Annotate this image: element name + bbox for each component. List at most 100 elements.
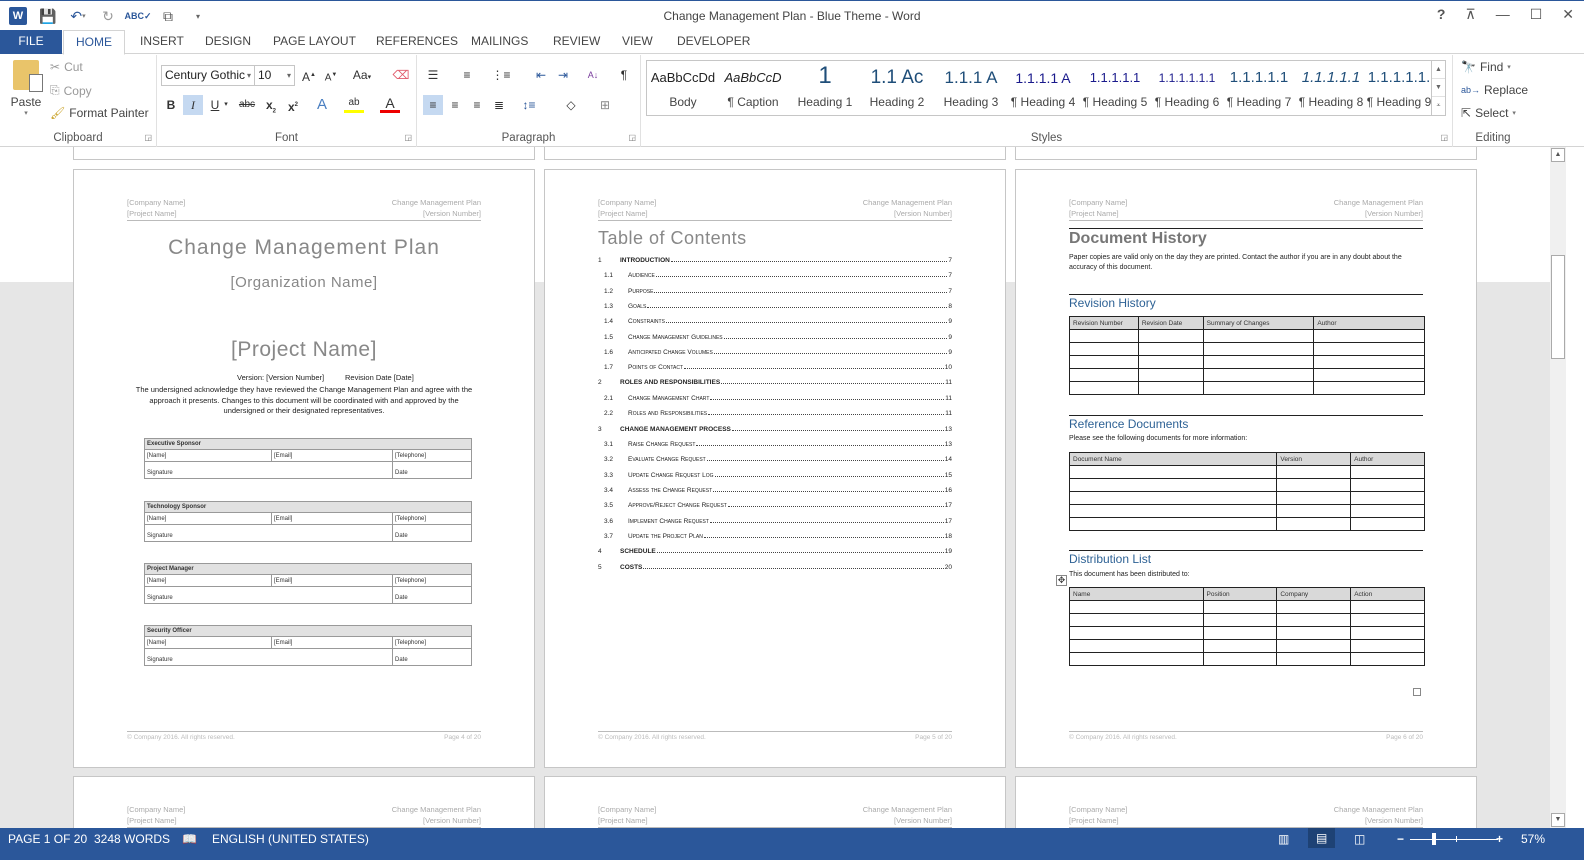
table-cell[interactable]: [1276, 491, 1352, 505]
scroll-up-icon[interactable]: ▲: [1551, 148, 1565, 162]
table-cell[interactable]: [1276, 613, 1352, 627]
table-cell[interactable]: [1069, 342, 1139, 356]
table-cell[interactable]: [1313, 368, 1425, 382]
toc-entry[interactable]: 1 INTRODUCTION 7: [598, 254, 952, 264]
toc-entry[interactable]: 2.2 Roles and Responsibilities 11: [598, 407, 952, 417]
table-cell[interactable]: [1350, 600, 1425, 614]
bold-button[interactable]: B: [161, 95, 181, 115]
table-cell[interactable]: [1068, 478, 1278, 492]
style-caption[interactable]: AaBbCcD ¶ Caption: [717, 61, 789, 115]
scroll-thumb[interactable]: [1551, 255, 1565, 359]
style-body[interactable]: AaBbCcDd Body: [647, 61, 719, 115]
increase-indent-icon[interactable]: ⇥: [553, 65, 573, 85]
table-cell[interactable]: [1202, 329, 1315, 343]
document-area[interactable]: [Company Name] [Project Name] Change Mana…: [0, 147, 1550, 828]
style-heading-6[interactable]: 1.1.1.1.1.1 ¶ Heading 6: [1151, 61, 1223, 115]
table-cell[interactable]: [1068, 465, 1278, 479]
table-cell[interactable]: [1069, 368, 1139, 382]
toc-entry[interactable]: 1.2 Purpose 7: [598, 285, 952, 295]
table-cell[interactable]: [1313, 381, 1425, 395]
maximize-icon[interactable]: ☐: [1530, 6, 1543, 23]
clear-formatting-icon[interactable]: ⌫: [391, 65, 411, 85]
cut-button[interactable]: ✂ Cut: [50, 60, 83, 74]
paste-button[interactable]: Paste ▾: [8, 60, 44, 117]
table-cell[interactable]: [1202, 652, 1278, 666]
dialog-launcher-icon[interactable]: ◲: [1440, 133, 1448, 142]
table-cell[interactable]: [1276, 478, 1352, 492]
language[interactable]: ENGLISH (UNITED STATES): [212, 832, 369, 846]
toc-entry[interactable]: 5 COSTS 20: [598, 561, 952, 571]
italic-button[interactable]: I: [183, 95, 203, 115]
decrease-indent-icon[interactable]: ⇤: [531, 65, 551, 85]
table-cell[interactable]: [1202, 626, 1278, 640]
ribbon-display-icon[interactable]: ⊼: [1465, 6, 1475, 23]
style-heading-8[interactable]: 1.1.1.1.1 ¶ Heading 8: [1295, 61, 1367, 115]
dialog-launcher-icon[interactable]: ◲: [144, 133, 152, 142]
table-cell[interactable]: [1202, 600, 1278, 614]
format-painter-button[interactable]: 🖌 Format Painter: [50, 106, 149, 120]
tab-mailings[interactable]: MAILINGS: [459, 30, 540, 54]
superscript-button[interactable]: x2: [283, 95, 303, 115]
table-cell[interactable]: [1313, 342, 1425, 356]
table-cell[interactable]: [1068, 491, 1278, 505]
tab-developer[interactable]: DEVELOPER: [665, 30, 762, 54]
toc-entry[interactable]: 3.4 Assess the Change Request 16: [598, 484, 952, 494]
toc-entry[interactable]: 3.3 Update Change Request Log 15: [598, 469, 952, 479]
table-cell[interactable]: [1069, 639, 1204, 653]
zoom-slider-thumb[interactable]: [1432, 833, 1437, 845]
toc-entry[interactable]: 1.4 Constraints 9: [598, 315, 952, 325]
shading-icon[interactable]: ◇: [561, 95, 581, 115]
table-cell[interactable]: [1350, 465, 1425, 479]
subscript-button[interactable]: x2: [261, 95, 281, 115]
table-cell[interactable]: [1137, 329, 1204, 343]
toc-entry[interactable]: 3.2 Evaluate Change Request 14: [598, 453, 952, 463]
scroll-down-icon[interactable]: ▼: [1551, 813, 1565, 827]
style-heading-1[interactable]: 1 Heading 1: [789, 61, 861, 115]
dialog-launcher-icon[interactable]: ◲: [404, 133, 412, 142]
table-cell[interactable]: [1350, 517, 1425, 531]
tab-view[interactable]: VIEW: [610, 30, 665, 54]
table-cell[interactable]: [1069, 381, 1139, 395]
toc-entry[interactable]: 1.1 Audience 7: [598, 269, 952, 279]
toc-entry[interactable]: 2 ROLES AND RESPONSIBILITIES 11: [598, 376, 952, 386]
table-cell[interactable]: [1202, 342, 1315, 356]
table-cell[interactable]: [1276, 504, 1352, 518]
toc-entry[interactable]: 1.6 Anticipated Change Volumes 9: [598, 346, 952, 356]
table-cell[interactable]: [1069, 355, 1139, 369]
table-cell[interactable]: [1137, 381, 1204, 395]
table-cell[interactable]: [1068, 504, 1278, 518]
highlight-color-icon[interactable]: ab: [344, 95, 364, 113]
table-cell[interactable]: [1202, 639, 1278, 653]
toc-entry[interactable]: 3 CHANGE MANAGEMENT PROCESS 13: [598, 423, 952, 433]
table-cell[interactable]: [1069, 329, 1139, 343]
toc-entry[interactable]: 3.7 Update the Project Plan 18: [598, 530, 952, 540]
table-cell[interactable]: [1276, 465, 1352, 479]
styles-gallery-scroll[interactable]: ▲ ▼ ⩡: [1432, 60, 1446, 116]
copy-button[interactable]: ⎘ Copy: [50, 83, 92, 98]
table-cell[interactable]: [1313, 329, 1425, 343]
zoom-level[interactable]: 57%: [1521, 832, 1545, 846]
word-count[interactable]: 3248 WORDS: [94, 832, 170, 846]
table-cell[interactable]: [1276, 626, 1352, 640]
toc-entry[interactable]: 1.7 Points of Contact 10: [598, 361, 952, 371]
font-size-select[interactable]: 10 ▾: [254, 65, 295, 86]
table-cell[interactable]: [1350, 613, 1425, 627]
tab-references[interactable]: REFERENCES: [364, 30, 470, 54]
table-cell[interactable]: [1202, 355, 1315, 369]
scroll-up-icon[interactable]: ▲: [1432, 61, 1445, 79]
toc-entry[interactable]: 3.5 Approve/Reject Change Request 17: [598, 499, 952, 509]
table-cell[interactable]: [1276, 639, 1352, 653]
table-move-handle-icon[interactable]: ✥: [1056, 575, 1067, 586]
line-spacing-icon[interactable]: ↕≡: [519, 95, 539, 115]
toc-entry[interactable]: 3.1 Raise Change Request 13: [598, 438, 952, 448]
tab-insert[interactable]: INSERT: [128, 30, 196, 54]
tab-file[interactable]: FILE: [0, 30, 62, 54]
zoom-in-button[interactable]: +: [1496, 832, 1503, 846]
toc-entry[interactable]: 4 SCHEDULE 19: [598, 545, 952, 555]
more-styles-icon[interactable]: ⩡: [1432, 97, 1445, 115]
font-family-select[interactable]: Century Gothic ▾: [161, 65, 255, 86]
style-heading-4[interactable]: 1.1.1.1 A ¶ Heading 4: [1007, 61, 1079, 115]
tab-home[interactable]: HOME: [63, 30, 125, 55]
sort-icon[interactable]: A↓: [583, 65, 603, 85]
tab-review[interactable]: REVIEW: [541, 30, 612, 54]
